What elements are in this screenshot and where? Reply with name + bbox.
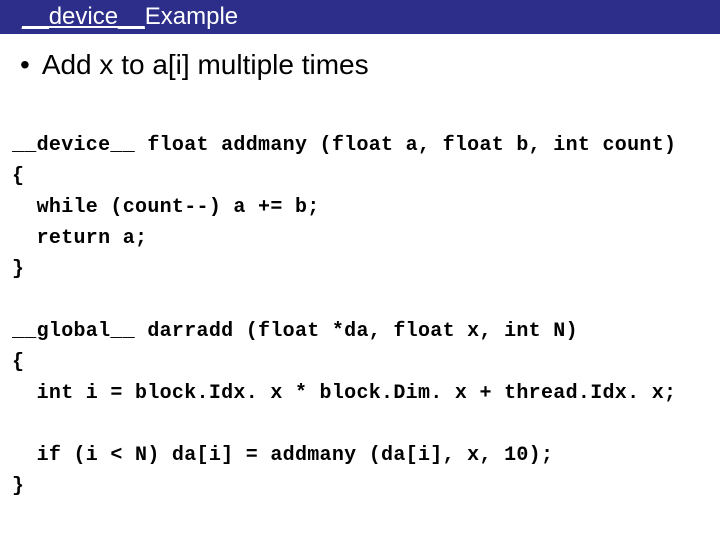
slide-title-bar: __device__ Example (0, 0, 720, 34)
bullet-dot-icon: • (20, 51, 30, 79)
bullet-item: • Add x to a[i] multiple times (0, 34, 720, 82)
title-rest: Example (145, 3, 238, 31)
code-block: __device__ float addmany (float a, float… (0, 82, 720, 502)
bullet-text: Add x to a[i] multiple times (42, 48, 369, 82)
slide: __device__ Example • Add x to a[i] multi… (0, 0, 720, 540)
title-keyword: __device__ (22, 3, 145, 31)
